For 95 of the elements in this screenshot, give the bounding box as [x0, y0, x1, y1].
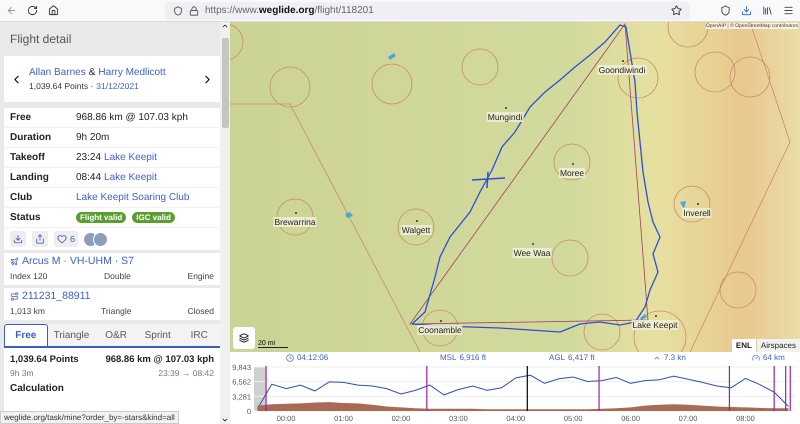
time-reading: 04:12:06 — [297, 353, 328, 362]
time-marker — [785, 366, 786, 411]
time-marker — [598, 366, 600, 411]
reload-icon[interactable] — [27, 5, 38, 16]
joiner-text: & — [88, 67, 96, 78]
msl-reading: 6,916 ft — [459, 353, 486, 362]
url-text: https://www.weglide.org/flight/118201 — [205, 5, 375, 16]
place-label: Inverell — [682, 208, 712, 218]
back-icon[interactable] — [6, 5, 17, 16]
detail-label: Duration — [10, 132, 52, 143]
status-link-preview: weglide.org/task/mine?order_by=-stars&kind=all — [0, 411, 179, 424]
aircraft-propulsion: Engine — [188, 270, 214, 280]
heart-icon — [57, 234, 67, 244]
status-badge: Flight valid — [76, 212, 126, 223]
layers-icon — [239, 332, 249, 344]
agl-reading: 6,417 ft — [568, 353, 595, 362]
time-marker — [728, 366, 730, 411]
detail-time: 08:44 — [76, 172, 102, 183]
lock-icon — [189, 6, 199, 16]
time-marker — [526, 366, 528, 411]
detail-label: Club — [10, 192, 34, 203]
home-icon[interactable] — [48, 5, 59, 16]
library-icon[interactable] — [762, 5, 773, 16]
pilot-link[interactable]: Harry Medlicott — [98, 67, 166, 78]
time-marker — [790, 366, 791, 411]
detail-label: Status — [10, 212, 42, 223]
download-icon — [13, 234, 23, 244]
detail-label: Free — [10, 112, 32, 123]
scroll-down-icon[interactable] — [221, 416, 229, 424]
share-icon — [35, 234, 45, 244]
map-toggle[interactable]: Airspaces — [756, 339, 800, 352]
task-distance: 1,013 km — [10, 306, 45, 316]
score-distance-speed: 968.86 km @ 107.03 kph — [105, 354, 214, 364]
score-times: 23:39 → 08:42 — [158, 368, 214, 378]
agl-label: AGL — [549, 353, 566, 362]
task-link[interactable]: 211231_88911 — [22, 290, 91, 302]
detail-value: 968.86 km @ 107.03 kph — [76, 112, 188, 123]
shield-icon — [173, 6, 183, 16]
time-marker — [265, 366, 267, 411]
clock-icon — [286, 354, 294, 362]
place-label: Lake Keepit — [632, 320, 678, 330]
section-heading: Calculation — [9, 382, 65, 394]
address-bar[interactable]: https://www.weglide.org/flight/118201 — [165, 2, 690, 20]
score-tab[interactable]: Free — [4, 324, 48, 346]
detail-label: Takeoff — [10, 152, 46, 163]
task-icon — [10, 292, 19, 300]
score-tab[interactable]: Sprint — [136, 324, 178, 346]
airfield-link[interactable]: Lake Keepit — [104, 152, 157, 163]
distance-reading: 64 km — [763, 353, 785, 362]
water-icon — [345, 53, 686, 320]
time-marker — [426, 366, 428, 411]
date-link[interactable]: 31/12/2021 — [96, 81, 139, 91]
aircraft-seats: Double — [104, 270, 131, 280]
avatar — [93, 232, 108, 246]
share-button[interactable] — [32, 231, 48, 247]
detail-value: 9h 20m — [76, 132, 110, 143]
distance-icon — [752, 354, 760, 362]
place-label: Brewarrina — [273, 217, 317, 227]
like-button[interactable]: 6 — [54, 231, 78, 247]
score-tab[interactable]: Triangle — [48, 324, 96, 346]
menu-icon[interactable] — [783, 5, 794, 16]
detail-time: 23:24 — [76, 152, 102, 163]
scroll-up-icon[interactable] — [221, 22, 229, 30]
panel-title: Flight detail — [9, 31, 72, 48]
task-state: Closed — [188, 306, 214, 316]
score-tab[interactable]: O&R — [95, 324, 137, 346]
place-label: Coonamble — [417, 325, 463, 335]
scrollbar[interactable] — [220, 22, 230, 424]
msl-label: MSL — [440, 353, 456, 362]
bookmark-star-icon[interactable] — [671, 5, 682, 16]
status-badge: IGC valid — [132, 212, 175, 223]
score-duration: 9h 3m — [10, 368, 34, 378]
pilot-link[interactable]: Allan Barnes — [29, 67, 86, 78]
download-icon[interactable] — [741, 5, 752, 16]
place-label: Walgett — [400, 225, 432, 235]
score-points: 1,039.64 Points — [10, 354, 79, 364]
task-type: Triangle — [101, 306, 132, 316]
glider-icon — [472, 172, 506, 188]
aircraft-link[interactable]: Arcus M · VH-UHM · S7 — [22, 255, 134, 267]
place-label: Goondiwindi — [598, 65, 646, 75]
glider-icon — [10, 256, 19, 266]
map-toggle[interactable]: ENL — [732, 339, 756, 352]
climb-reading: 7.3 kn — [664, 353, 686, 362]
detail-label: Landing — [10, 172, 50, 183]
aircraft-index: Index 120 — [10, 270, 48, 280]
score-tab[interactable]: IRC — [178, 324, 220, 346]
points-text: 1,039.64 Points · — [29, 81, 94, 91]
club-link[interactable]: Lake Keepit Soaring Club — [76, 192, 190, 203]
layers-button[interactable] — [233, 327, 255, 349]
download-button[interactable] — [10, 231, 26, 247]
place-label: Wee Waa — [512, 248, 552, 258]
place-label: Mungindi — [486, 112, 524, 122]
airfield-link[interactable]: Lake Keepit — [104, 172, 157, 183]
time-marker — [774, 366, 775, 411]
place-label: Moree — [558, 168, 586, 178]
